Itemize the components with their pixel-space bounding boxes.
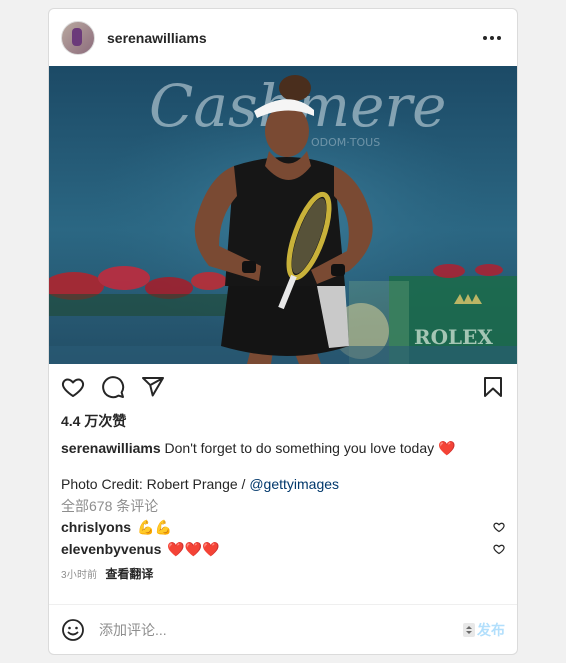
heart-icon[interactable]: [61, 375, 85, 399]
post-username[interactable]: serenawilliams: [107, 30, 479, 46]
see-translation-link[interactable]: 查看翻译: [105, 565, 153, 582]
comment-row: chrislyons 💪💪: [49, 516, 517, 538]
svg-text:ODOM·TOUS: ODOM·TOUS: [311, 136, 380, 149]
like-count[interactable]: 4.4 万次赞: [49, 410, 517, 432]
credit-text: Photo Credit: Robert Prange /: [61, 476, 250, 492]
comment-username[interactable]: chrislyons: [61, 519, 131, 535]
avatar[interactable]: [61, 20, 95, 55]
credit-mention-link[interactable]: @gettyimages: [249, 476, 339, 492]
post-photo[interactable]: Cashmere ODOM·TOUS ROLEX: [49, 66, 517, 364]
spinner-arrows-icon: [463, 622, 475, 637]
view-all-comments-link[interactable]: 全部678 条评论: [49, 494, 517, 516]
post-header: serenawilliams: [49, 9, 517, 66]
smiley-icon[interactable]: [61, 618, 85, 642]
caption-text: Don't forget to do something you love to…: [164, 440, 435, 456]
action-bar: [49, 364, 517, 410]
more-options-icon[interactable]: [479, 30, 505, 46]
comment-row: elevenbyvenus ❤️❤️❤️: [49, 538, 517, 560]
post-button-wrap: 发布: [463, 620, 505, 640]
comment-heart-icon[interactable]: [493, 543, 505, 555]
caption-heart-emoji: ❤️: [438, 440, 456, 456]
comment-text: ❤️❤️❤️: [167, 540, 220, 557]
comment-icon[interactable]: [101, 375, 125, 399]
post-comment-button[interactable]: 发布: [477, 620, 505, 640]
post-caption: serenawilliams Don't forget to do someth…: [49, 432, 517, 458]
comment-heart-icon[interactable]: [493, 521, 505, 533]
rolex-board-text: ROLEX: [414, 325, 493, 349]
comment-input[interactable]: [97, 620, 463, 639]
post-meta: 3小时前 查看翻译: [49, 560, 517, 582]
post-timestamp[interactable]: 3小时前: [61, 566, 97, 581]
comment-username[interactable]: elevenbyvenus: [61, 541, 161, 557]
post-card: serenawilliams Cashmere ODOM·TOUS: [48, 8, 518, 655]
caption-username[interactable]: serenawilliams: [61, 440, 161, 456]
comment-text: 💪💪: [137, 518, 172, 535]
bookmark-icon[interactable]: [481, 375, 505, 399]
comment-composer: 发布: [49, 604, 517, 654]
paper-plane-icon[interactable]: [141, 375, 165, 399]
tennis-player-image: Cashmere ODOM·TOUS ROLEX: [49, 66, 517, 364]
photo-credit: Photo Credit: Robert Prange / @gettyimag…: [49, 458, 517, 494]
